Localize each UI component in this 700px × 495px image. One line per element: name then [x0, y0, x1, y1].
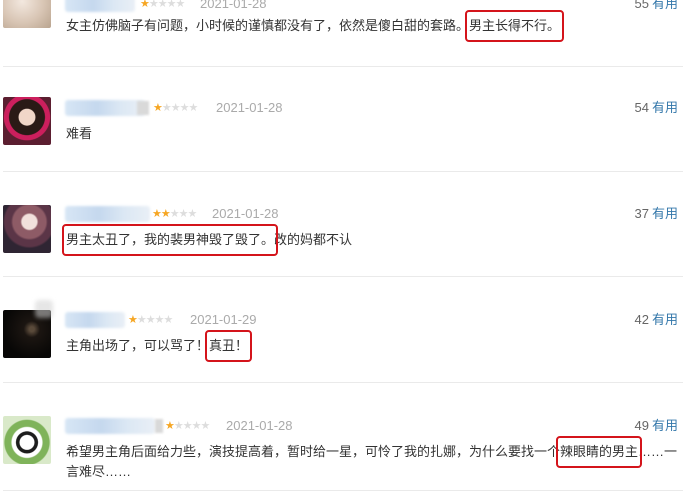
avatar[interactable] [3, 416, 51, 464]
username[interactable] [65, 418, 155, 434]
review-comment: 男主太丑了，我的裴男神毁了毁了。改的妈都不认 [61, 224, 352, 256]
review-comment: 希望男主角后面给力些，演技提高着，暂时给一星，可怜了我的扎娜，为什么要找一个辣眼… [66, 436, 677, 468]
avatar-blur [35, 300, 53, 318]
star-rating-icon: ★★★★★ [128, 313, 173, 326]
star-rating-icon: ★★★★★ [153, 101, 198, 114]
highlighted-text: 辣眼睛的男主 [556, 436, 643, 468]
highlighted-text: 男主长得不行。 [465, 10, 565, 42]
username[interactable] [65, 206, 150, 222]
review-comment: 女主仿佛脑子有问题，小时候的谨慎都没有了，依然是傻白甜的套路。男主长得不行。 [66, 10, 565, 42]
star-rating-icon: ★★★★★ [152, 207, 197, 220]
highlighted-text: 男主太丑了，我的裴男神毁了毁了。 [61, 224, 279, 256]
star-rating-icon: ★★★★★ [165, 419, 210, 432]
divider [3, 382, 683, 383]
useful-button[interactable]: 有用 [652, 312, 678, 327]
avatar[interactable] [3, 0, 51, 28]
review-date: 2021-01-28 [216, 100, 283, 115]
review-comment-continued: 言难尽…… [66, 464, 132, 479]
username[interactable] [65, 312, 125, 328]
star-rating-icon: ★★★★★ [140, 0, 185, 10]
divider [3, 66, 683, 67]
useful-button[interactable]: 有用 [652, 100, 678, 115]
vote-count: 49 有用 [634, 418, 678, 433]
highlighted-text: 真丑！ [205, 330, 253, 362]
useful-button[interactable]: 有用 [652, 206, 678, 221]
review-comment: 难看 [66, 126, 93, 141]
divider [3, 490, 683, 491]
review-date: 2021-01-28 [212, 206, 279, 221]
vote-count: 37 有用 [634, 206, 678, 221]
review-date: 2021-01-28 [226, 418, 293, 433]
username[interactable] [65, 100, 145, 116]
user-badge-icon [155, 419, 163, 433]
review-date: 2021-01-29 [190, 312, 257, 327]
avatar[interactable] [3, 97, 51, 145]
username[interactable] [65, 0, 135, 12]
divider [3, 171, 683, 172]
divider [3, 276, 683, 277]
user-badge-icon [137, 101, 149, 115]
avatar[interactable] [3, 205, 51, 253]
vote-count: 55 有用 [635, 0, 678, 12]
useful-button[interactable]: 有用 [652, 418, 678, 433]
review-comment: 主角出场了，可以骂了！真丑！ [66, 330, 253, 362]
vote-count: 42 有用 [634, 312, 678, 327]
review-date: 2021-01-28 [200, 0, 267, 11]
useful-button[interactable]: 有用 [652, 0, 678, 11]
vote-count: 54 有用 [634, 100, 678, 115]
